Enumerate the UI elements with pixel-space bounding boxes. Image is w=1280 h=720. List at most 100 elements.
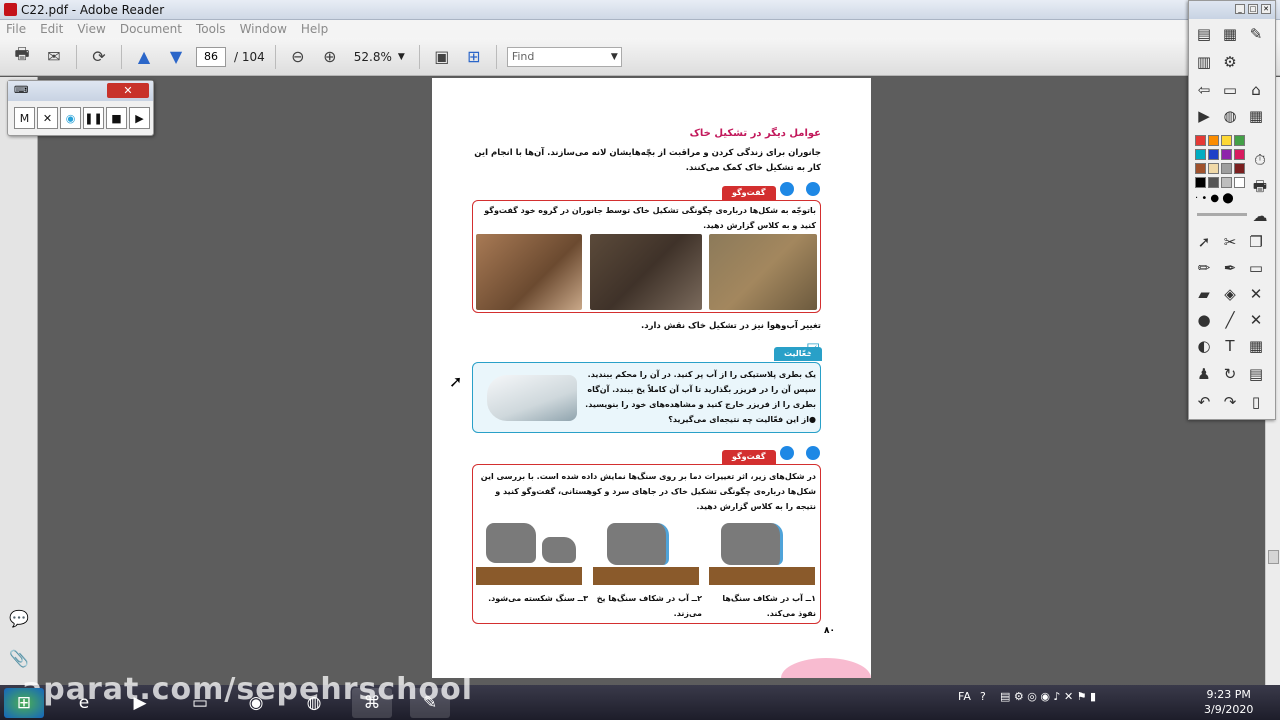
help-icon[interactable]: ?: [980, 690, 986, 703]
menu-window[interactable]: Window: [240, 22, 287, 36]
color-gray-swatch[interactable]: [1221, 163, 1232, 174]
media-player-icon[interactable]: ▶: [120, 688, 160, 718]
collaborate-icon[interactable]: ⟳: [87, 45, 111, 69]
menu-edit[interactable]: Edit: [40, 22, 63, 36]
refresh-icon[interactable]: ↻: [1219, 363, 1241, 385]
pen-app-taskbar-icon[interactable]: ✎: [410, 688, 450, 718]
color-brown-swatch[interactable]: [1195, 163, 1206, 174]
color-black-swatch[interactable]: [1195, 177, 1206, 188]
monitor-icon[interactable]: ▭: [1245, 257, 1267, 279]
comments-icon[interactable]: 💬: [9, 609, 29, 628]
next-page-icon[interactable]: ▼: [164, 45, 188, 69]
palette-close-icon[interactable]: ✕: [1261, 4, 1271, 14]
pen-size-dots[interactable]: · • ● ⬤: [1195, 193, 1234, 204]
settings-icon[interactable]: ⚙: [1219, 51, 1241, 73]
menu-tools[interactable]: Tools: [196, 22, 226, 36]
color-lightgray-swatch[interactable]: [1221, 177, 1232, 188]
file-explorer-icon[interactable]: ▭: [180, 688, 220, 718]
system-clock[interactable]: 9:23 PM 3/9/2020: [1204, 687, 1253, 717]
color-darkgray-swatch[interactable]: [1208, 177, 1219, 188]
menu-help[interactable]: Help: [301, 22, 328, 36]
globe-icon[interactable]: ◍: [1219, 105, 1241, 127]
marker-icon[interactable]: ✒: [1219, 257, 1241, 279]
start-button[interactable]: ⊞: [4, 688, 44, 718]
zoom-out-icon[interactable]: ⊖: [286, 45, 310, 69]
menu-view[interactable]: View: [77, 22, 105, 36]
palette-minimize-icon[interactable]: _: [1235, 4, 1245, 14]
toolbar-divider: [418, 44, 420, 69]
redo-icon[interactable]: ↷: [1219, 391, 1241, 413]
recorder-pause-button[interactable]: ❚❚: [83, 107, 104, 129]
tray-icons[interactable]: ▤ ⚙ ◎ ◉ ♪ ✕ ⚑ ▮: [1000, 690, 1096, 703]
color-blue-swatch[interactable]: [1208, 149, 1219, 160]
tools-icon[interactable]: ✂: [1219, 231, 1241, 253]
stopwatch-icon[interactable]: ⏱: [1249, 149, 1271, 171]
fit-page-icon[interactable]: ▣: [430, 45, 454, 69]
fill-icon[interactable]: ◈: [1219, 283, 1241, 305]
chrome-icon[interactable]: ◉: [236, 688, 276, 718]
clear-icon[interactable]: ✕: [1245, 309, 1267, 331]
home-icon[interactable]: ⌂: [1245, 79, 1267, 101]
print-icon[interactable]: 🖶: [10, 44, 34, 69]
pen-size-slider[interactable]: [1197, 213, 1247, 216]
eraser-icon[interactable]: ▰: [1193, 283, 1215, 305]
palette-maximize-icon[interactable]: □: [1248, 4, 1258, 14]
color-white-swatch[interactable]: [1234, 177, 1245, 188]
monitor-icon[interactable]: ▭: [1219, 79, 1241, 101]
color-orange-swatch[interactable]: [1208, 135, 1219, 146]
shapes-icon[interactable]: ●: [1193, 309, 1215, 331]
cloud-icon[interactable]: ☁: [1249, 205, 1271, 227]
recorder-menu-button[interactable]: M: [14, 107, 35, 129]
presenter-icon[interactable]: ▦: [1219, 23, 1241, 45]
color-red-swatch[interactable]: [1195, 135, 1206, 146]
recorder-record-button[interactable]: ◉: [60, 107, 81, 129]
recorder-play-button[interactable]: ▶: [129, 107, 150, 129]
page-icon[interactable]: ▯: [1245, 391, 1267, 413]
whiteboard-icon[interactable]: ▥: [1193, 51, 1215, 73]
email-icon[interactable]: ✉: [42, 45, 66, 69]
menu-document[interactable]: Document: [120, 22, 182, 36]
language-indicator[interactable]: FA: [958, 690, 971, 703]
color-cyan-swatch[interactable]: [1195, 149, 1206, 160]
document-icon[interactable]: ▤: [1245, 363, 1267, 385]
recorder-stop-button[interactable]: ■: [106, 107, 127, 129]
attachments-icon[interactable]: 📎: [9, 649, 29, 668]
grid-icon[interactable]: ▦: [1245, 335, 1267, 357]
adobe-reader-taskbar-icon[interactable]: ⌘: [352, 688, 392, 718]
spotlight-icon[interactable]: ◐: [1193, 335, 1215, 357]
close-button[interactable]: ✕: [107, 83, 149, 98]
text-tool-icon[interactable]: T: [1219, 335, 1241, 357]
pointer-icon[interactable]: ➚: [1193, 231, 1215, 253]
zoom-in-icon[interactable]: ⊕: [318, 45, 342, 69]
internet-explorer-icon[interactable]: e: [64, 688, 104, 718]
pen-tool-icon[interactable]: ✎: [1245, 23, 1267, 45]
grid-icon[interactable]: ▦: [1245, 105, 1267, 127]
firefox-icon[interactable]: ◍: [294, 688, 334, 718]
play-icon[interactable]: ▶: [1193, 105, 1215, 127]
scrollbar-thumb[interactable]: [1268, 550, 1279, 564]
copy-icon[interactable]: ❐: [1245, 231, 1267, 253]
recorder-cancel-button[interactable]: ✕: [37, 107, 58, 129]
pencil-icon[interactable]: ✏: [1193, 257, 1215, 279]
page-number-input[interactable]: 86: [196, 46, 226, 67]
fit-width-icon[interactable]: ⊞: [462, 45, 486, 69]
back-icon[interactable]: ⇦: [1193, 79, 1215, 101]
color-green-swatch[interactable]: [1234, 135, 1245, 146]
color-purple-swatch[interactable]: [1221, 149, 1232, 160]
color-yellow-swatch[interactable]: [1221, 135, 1232, 146]
chevron-down-icon[interactable]: ▼: [611, 48, 618, 66]
menu-file[interactable]: File: [6, 22, 26, 36]
close-icon[interactable]: ✕: [1245, 283, 1267, 305]
screen-recorder-widget[interactable]: ⌨ ✕ M ✕ ◉ ❚❚ ■ ▶: [7, 80, 154, 136]
previous-page-icon[interactable]: ▲: [132, 45, 156, 69]
printer-icon[interactable]: 🖶: [1249, 177, 1271, 199]
line-tool-icon[interactable]: ╱: [1219, 309, 1241, 331]
screen-capture-icon[interactable]: ▤: [1193, 23, 1215, 45]
color-beige-swatch[interactable]: [1208, 163, 1219, 174]
color-pink-swatch[interactable]: [1234, 149, 1245, 160]
stamp-icon[interactable]: ♟: [1193, 363, 1215, 385]
zoom-select[interactable]: 52.8% ▼: [350, 47, 409, 67]
color-maroon-swatch[interactable]: [1234, 163, 1245, 174]
find-input[interactable]: Find ▼: [506, 46, 622, 67]
undo-icon[interactable]: ↶: [1193, 391, 1215, 413]
